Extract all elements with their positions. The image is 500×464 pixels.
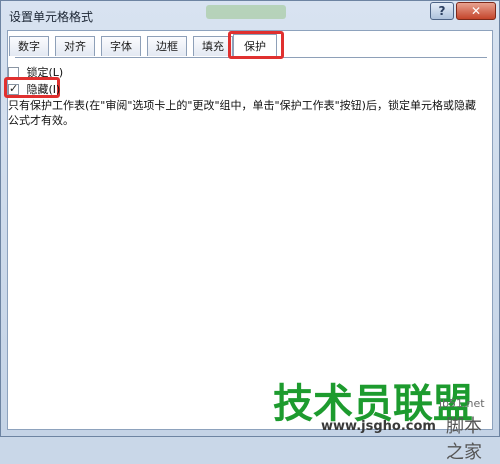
hidden-checkbox[interactable] (8, 82, 19, 95)
blurred-toolbar-fragment (206, 5, 286, 19)
help-button[interactable]: ? (430, 2, 454, 20)
watermark-tail: 脚本之家 (446, 416, 482, 463)
hidden-label: 隐藏(I) (26, 83, 61, 96)
tab-panel (7, 30, 493, 430)
close-button[interactable]: ✕ (456, 2, 496, 20)
tab-font[interactable]: 字体 (101, 36, 141, 56)
tab-fill[interactable]: 填充 (193, 36, 233, 56)
tab-highlight-box (228, 31, 284, 59)
format-cells-dialog: 设置单元格格式 ? ✕ 数字 对齐 字体 边框 填充 保护 锁定(L) 隐藏(I… (0, 0, 500, 463)
tab-alignment[interactable]: 对齐 (55, 36, 95, 56)
hidden-option[interactable]: 隐藏(I) (8, 81, 60, 97)
locked-checkbox[interactable] (8, 66, 19, 78)
tab-border[interactable]: 边框 (147, 36, 187, 56)
dialog-title: 设置单元格格式 (9, 10, 94, 24)
watermark-site: jb51.net (439, 397, 485, 410)
tab-number[interactable]: 数字 (9, 36, 49, 56)
watermark-url: www.jsgho.com (321, 419, 436, 434)
title-bar[interactable]: 设置单元格格式 ? ✕ (1, 1, 499, 29)
protection-description: 只有保护工作表(在"审阅"选项卡上的"更改"组中，单击"保护工作表"按钮)后，锁… (8, 99, 476, 127)
